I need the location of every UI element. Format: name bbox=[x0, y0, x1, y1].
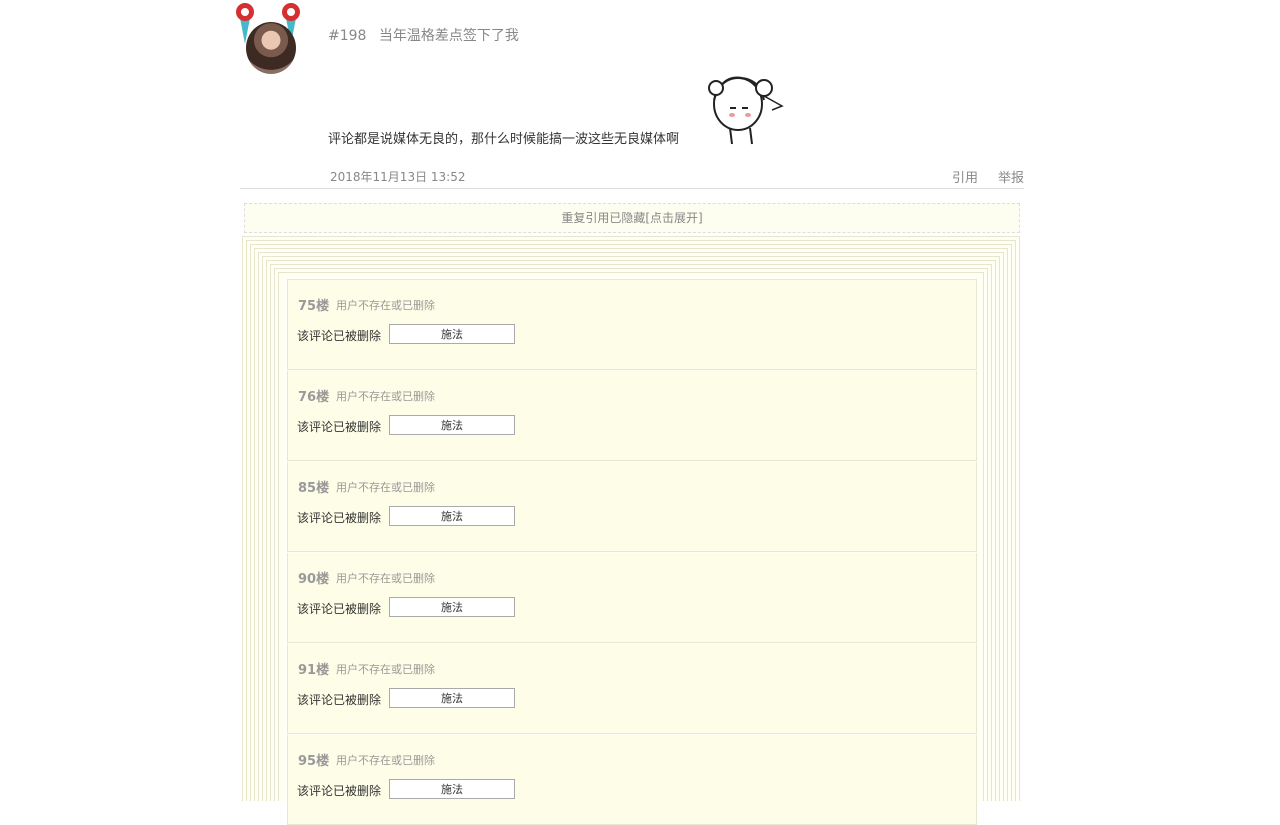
floor-number: 90楼 bbox=[298, 572, 330, 587]
quoted-reply: 90楼 用户不存在或已删除 该评论已被删除 施法 bbox=[287, 553, 977, 643]
floor-number: 91楼 bbox=[298, 663, 330, 678]
reply-username: 用户不存在或已删除 bbox=[336, 299, 435, 312]
floor-number: 85楼 bbox=[298, 481, 330, 496]
cast-spell-button[interactable]: 施法 bbox=[389, 324, 515, 344]
quoted-reply: 91楼 用户不存在或已删除 该评论已被删除 施法 bbox=[287, 644, 977, 734]
reply-text: 该评论已被删除 bbox=[297, 784, 382, 798]
floor-number: 76楼 bbox=[298, 390, 330, 405]
avatar[interactable] bbox=[246, 22, 296, 74]
cast-spell-button[interactable]: 施法 bbox=[389, 415, 515, 435]
reply-text: 该评论已被删除 bbox=[297, 511, 382, 525]
quoted-reply: 95楼 用户不存在或已删除 该评论已被删除 施法 bbox=[287, 735, 977, 825]
quoted-reply: 75楼 用户不存在或已删除 该评论已被删除 施法 bbox=[287, 279, 977, 370]
reply-text: 该评论已被删除 bbox=[297, 329, 382, 343]
report-button[interactable]: 举报 bbox=[998, 167, 1024, 186]
reply-username: 用户不存在或已删除 bbox=[336, 481, 435, 494]
username[interactable]: 当年温格差点签下了我 bbox=[379, 28, 519, 44]
floor-number: 75楼 bbox=[298, 299, 330, 314]
reply-username: 用户不存在或已删除 bbox=[336, 390, 435, 403]
reply-username: 用户不存在或已删除 bbox=[336, 572, 435, 585]
reply-username: 用户不存在或已删除 bbox=[336, 754, 435, 767]
expand-hidden-quotes-button[interactable]: 重复引用已隐藏[点击展开] bbox=[244, 203, 1020, 233]
cast-spell-button[interactable]: 施法 bbox=[389, 597, 515, 617]
floor-number: 95楼 bbox=[298, 754, 330, 769]
post-content: 评论都是说媒体无良的，那什么时候能搞一波这些无良媒体啊 bbox=[328, 132, 680, 147]
quoted-reply: 85楼 用户不存在或已删除 该评论已被删除 施法 bbox=[287, 462, 977, 552]
reply-username: 用户不存在或已删除 bbox=[336, 663, 435, 676]
user-avatar-area[interactable] bbox=[234, 2, 306, 78]
post-number: #198 bbox=[328, 28, 367, 44]
quoted-reply: 76楼 用户不存在或已删除 该评论已被删除 施法 bbox=[287, 371, 977, 461]
post-timestamp: 2018年11月13日 13:52 bbox=[330, 170, 466, 184]
sticker-image bbox=[708, 76, 784, 145]
comment-thread: #198 当年温格差点签下了我 评论都是说媒体无良的，那什么时候能搞一波这些无良… bbox=[236, 0, 1024, 825]
cast-spell-button[interactable]: 施法 bbox=[389, 779, 515, 799]
post-header: #198 当年温格差点签下了我 bbox=[328, 25, 519, 45]
divider bbox=[240, 188, 1024, 189]
quote-button[interactable]: 引用 bbox=[952, 167, 978, 186]
reply-text: 该评论已被删除 bbox=[297, 602, 382, 616]
reply-text: 该评论已被删除 bbox=[297, 420, 382, 434]
cast-spell-button[interactable]: 施法 bbox=[389, 506, 515, 526]
reply-text: 该评论已被删除 bbox=[297, 693, 382, 707]
cast-spell-button[interactable]: 施法 bbox=[389, 688, 515, 708]
